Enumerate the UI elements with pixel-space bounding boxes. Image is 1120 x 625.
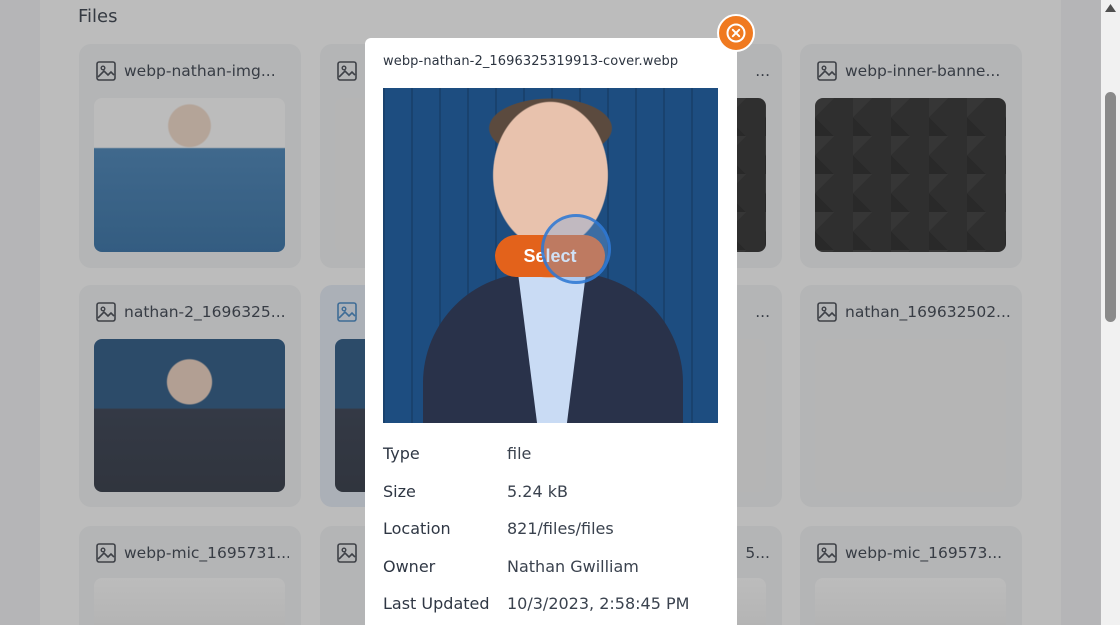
scroll-up-arrow-icon[interactable]: [1104, 2, 1117, 14]
detail-value: 5.24 kB: [507, 481, 568, 501]
select-button[interactable]: Select: [495, 235, 605, 277]
file-detail-modal: webp-nathan-2_1696325319913-cover.webp S…: [365, 38, 737, 625]
detail-label: Size: [383, 481, 416, 501]
detail-row-size: Size 5.24 kB: [383, 473, 723, 511]
detail-row-last-updated: Last Updated 10/3/2023, 2:58:45 PM: [383, 585, 723, 623]
detail-value: Nathan Gwilliam: [507, 556, 639, 576]
detail-label: Owner: [383, 556, 436, 576]
detail-row-location: Location 821/files/files: [383, 510, 723, 548]
file-details-list: Type file Size 5.24 kB Location 821/file…: [383, 435, 723, 623]
detail-row-type: Type file: [383, 435, 723, 473]
close-modal-button[interactable]: [717, 14, 755, 52]
detail-row-owner: Owner Nathan Gwilliam: [383, 548, 723, 586]
detail-label: Location: [383, 519, 451, 539]
detail-value: 10/3/2023, 2:58:45 PM: [507, 594, 690, 614]
detail-value: file: [507, 444, 532, 464]
page-scrollbar[interactable]: [1101, 0, 1120, 625]
detail-label: Last Updated: [383, 594, 490, 614]
close-circle-icon: [726, 23, 746, 43]
scrollbar-thumb[interactable]: [1105, 92, 1116, 322]
detail-label: Type: [383, 444, 420, 464]
modal-file-name: webp-nathan-2_1696325319913-cover.webp: [383, 54, 679, 69]
detail-value: 821/files/files: [507, 519, 614, 539]
